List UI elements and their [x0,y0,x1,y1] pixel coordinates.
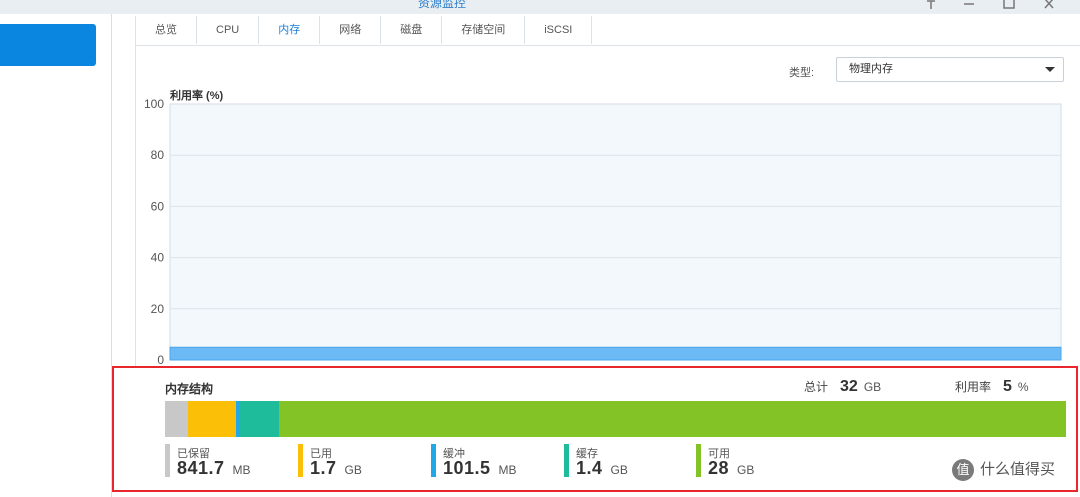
legend-swatch [564,444,569,477]
memory-bar-segment-reserved [165,401,189,437]
type-label: 类型: [789,67,815,79]
chart-y-tick-label: 20 [151,302,165,316]
legend-swatch [431,444,436,477]
chart-y-tick-label: 40 [151,251,165,265]
legend-value: 101.5 MB [443,458,517,478]
legend-value: 841.7 MB [177,458,251,478]
sidebar-item-resource-monitor[interactable] [0,24,96,66]
watermark: 值什么值得买 [952,458,1056,482]
memory-bar-segment-used [188,401,237,437]
chart-y-tick-label: 60 [151,199,165,213]
memory-structure-panel: 内存结构 总计 32 GB 利用率 5% 已保留 841.7 MB 已用 1.7 GB 缓… [112,366,1078,492]
chevron-down-icon [1045,67,1055,72]
memory-usage-chart: 100 80 60 40 20 0 [144,98,1062,367]
total-summary: 总计 32 GB [804,378,881,396]
tab-bar: 总览 CPU 内存 网络 磁盘 存储空间 iSCSI [135,16,593,46]
watermark-text: 什么值得买 [980,461,1056,478]
panel-divider [135,16,136,366]
usage-label: 利用率 [955,380,992,394]
tab-storage-space[interactable]: 存储空间 [442,16,526,44]
legend-swatch [165,444,170,477]
usage-summary: 利用率 5% [955,378,1029,396]
sidebar [0,14,112,497]
window-title: 资源监控 [418,0,467,10]
total-value: 32 [840,378,858,395]
legend-swatch [696,444,701,477]
legend-value: 28 GB [708,458,755,478]
close-icon[interactable] [1042,0,1056,12]
type-select[interactable]: 物理内存 [836,57,1064,82]
tab-memory[interactable]: 内存 [259,16,321,44]
chart-series-area-0 [169,346,1062,361]
maximize-icon[interactable] [1002,0,1016,12]
usage-value: 5 [1003,378,1012,395]
memory-bar-segment-available [279,401,1066,437]
minimize-icon[interactable] [962,0,976,12]
window-title-bar: 资源监控 [0,0,1080,14]
total-unit: GB [863,380,882,394]
legend-value: 1.4 GB [576,458,628,478]
tab-network[interactable]: 网络 [320,16,382,44]
tab-underline [135,45,1080,46]
chart-y-tick-label: 80 [151,148,165,162]
memory-bar [165,401,1066,437]
chart-plot-area [169,103,1062,361]
chart-y-tick-label: 100 [144,98,164,111]
total-label: 总计 [804,380,829,394]
chart-y-tick-label: 0 [157,353,164,367]
usage-unit: % [1017,380,1029,394]
legend-swatch [298,444,303,477]
tab-iscsi[interactable]: iSCSI [525,16,593,44]
memory-bar-segment-cached [239,401,280,437]
type-select-value: 物理内存 [849,63,893,75]
tab-overview[interactable]: 总览 [135,16,197,44]
tab-cpu[interactable]: CPU [197,16,260,44]
watermark-logo: 值 [952,459,974,482]
tab-disk[interactable]: 磁盘 [381,16,443,44]
memory-structure-title: 内存结构 [165,382,214,396]
pin-icon[interactable] [924,0,938,12]
legend-value: 1.7 GB [310,458,362,478]
